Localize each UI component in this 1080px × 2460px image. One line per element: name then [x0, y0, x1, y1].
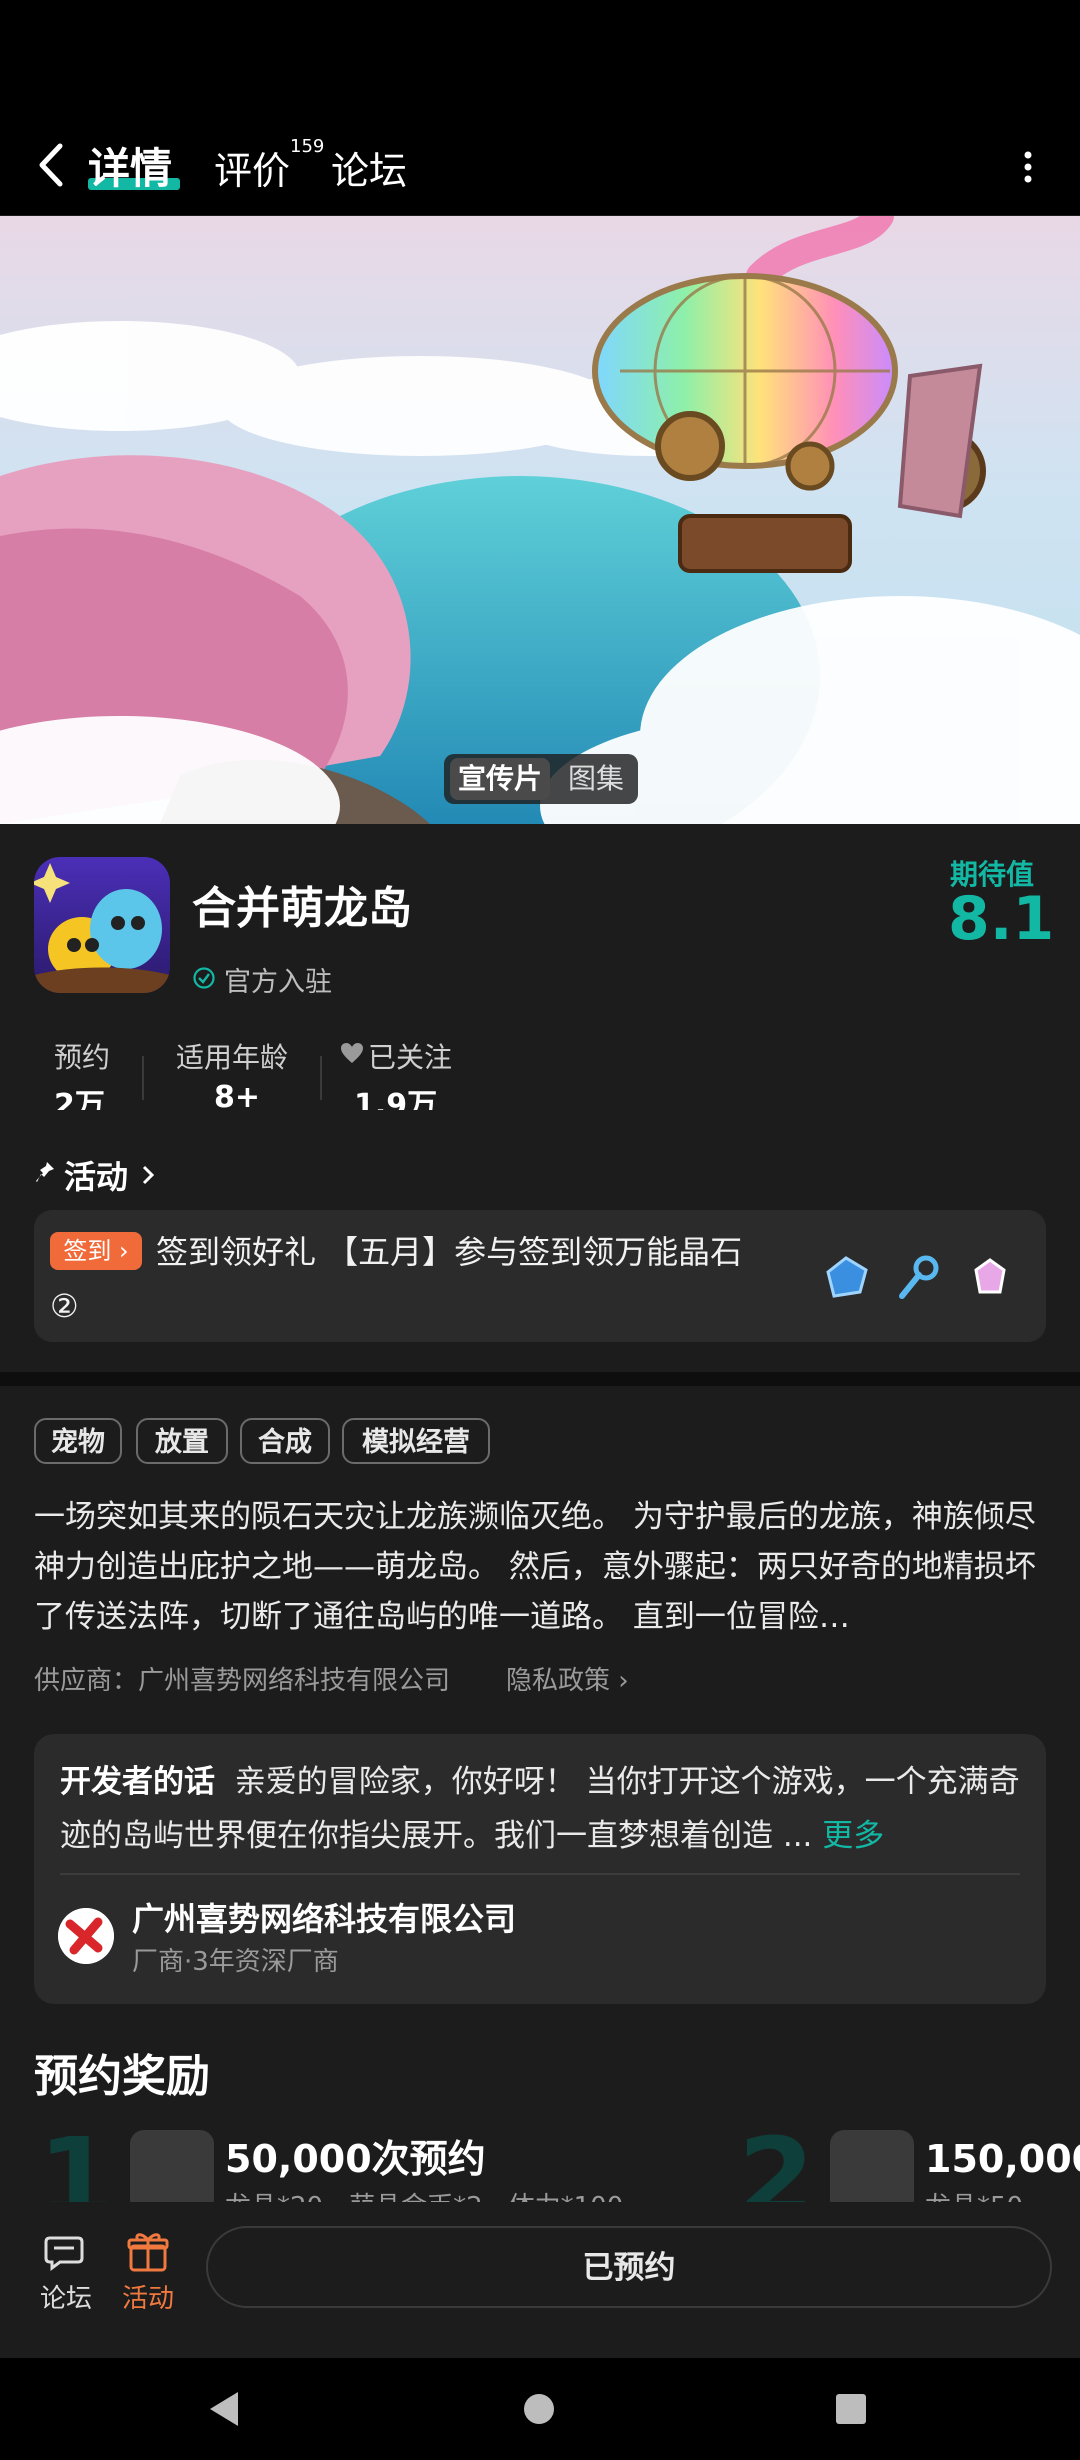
reward-chest-image [130, 2130, 214, 2202]
bottom-forum-label[interactable]: 论坛 [40, 2278, 92, 2315]
signin-tag[interactable]: 签到 › [50, 1232, 142, 1270]
company-name[interactable]: 广州喜势网络科技有限公司 [132, 1894, 516, 1940]
supplier-info: 供应商：广州喜势网络科技有限公司 [34, 1666, 451, 1696]
verified-check-icon [193, 967, 215, 989]
back-arrow-icon[interactable] [30, 140, 74, 190]
pin-icon [36, 1162, 54, 1182]
forum-icon[interactable] [44, 2234, 88, 2274]
more-link[interactable]: 更多 [822, 1818, 884, 1854]
stat-age-label: 适用年龄 [176, 1041, 289, 1074]
nav-home-icon[interactable] [522, 2392, 556, 2426]
reward-chest-image [830, 2130, 914, 2202]
stat-divider [320, 1056, 322, 1100]
reserved-button[interactable]: 已预约 [206, 2226, 1052, 2308]
stat-follow-value: 1.9万 [354, 1088, 438, 1110]
tab-detail[interactable]: 详情 [88, 135, 172, 196]
activity-text[interactable]: 签到领好礼 【五月】参与签到领万能晶石 [156, 1226, 806, 1278]
tab-gallery[interactable]: 图集 [560, 758, 632, 800]
expectation-value: 8.1 [948, 884, 1055, 954]
game-description[interactable]: 一场突如其来的陨石天灾让龙族濒临灭绝。 为守护最后的龙族，神族倾尽神力创造出庇护… [34, 1492, 1050, 1642]
tag-simulation[interactable]: 模拟经营 [342, 1418, 490, 1464]
reserve-rewards-title: 预约奖励 [34, 2051, 210, 2102]
reward-items: 龙晶*50 [925, 2186, 1023, 2202]
review-count: 159 [290, 136, 325, 157]
tab-promo-video[interactable]: 宣传片 [450, 758, 550, 800]
gift-icon[interactable] [126, 2230, 170, 2274]
crystal-reward-icon [826, 1256, 868, 1298]
reward-title: 50,000次预约 [225, 2137, 486, 2181]
reward-title: 150,000次预约 [925, 2137, 1080, 2181]
stat-reserve-value: 2万 [54, 1088, 105, 1110]
stat-reserve-label: 预约 [54, 1041, 111, 1074]
tag-pet[interactable]: 宠物 [34, 1418, 122, 1464]
company-subtitle: 厂商·3年资深厂商 [132, 1947, 339, 1977]
tag-merge[interactable]: 合成 [240, 1418, 330, 1464]
heart-icon[interactable] [340, 1042, 364, 1064]
more-options-icon[interactable] [1020, 150, 1036, 184]
reward-rank: 2 [738, 2120, 815, 2202]
activity-text-line2: ② [50, 1287, 79, 1325]
stat-age-value: 8+ [214, 1080, 261, 1110]
section-divider [0, 1372, 1080, 1386]
official-badge-label: 官方入驻 [224, 967, 332, 998]
nav-back-icon[interactable] [206, 2390, 242, 2428]
key-reward-icon [899, 1255, 939, 1299]
tab-forum[interactable]: 论坛 [331, 140, 407, 195]
card-divider [60, 1873, 1020, 1875]
developer-note[interactable]: 开发者的话 亲爱的冒险家，你好呀！ 当你打开这个游戏，一个充满奇迹的岛屿世界便在… [60, 1755, 1020, 1863]
hero-promo-image[interactable] [0, 216, 1080, 824]
reward-items: 龙晶*20，萌晶金币*2，体力*100 [225, 2186, 623, 2202]
gem-reward-icon [974, 1258, 1006, 1294]
privacy-policy-link[interactable]: 隐私政策 › [506, 1660, 629, 1697]
reserve-rewards-row[interactable]: 1 50,000次预约 龙晶*20，萌晶金币*2，体力*100 2 150,00… [0, 2120, 1080, 2202]
nav-recents-icon[interactable] [834, 2392, 868, 2426]
tab-review[interactable]: 评价 [214, 140, 290, 195]
company-logo[interactable] [58, 1908, 114, 1964]
activity-section-title[interactable]: 活动 [64, 1152, 128, 1198]
reward-rank: 1 [38, 2120, 115, 2202]
tag-idle[interactable]: 放置 [136, 1418, 228, 1464]
chevron-right-icon[interactable] [140, 1163, 156, 1187]
bottom-activity-label[interactable]: 活动 [122, 2278, 174, 2315]
app-icon [34, 857, 170, 993]
app-name: 合并萌龙岛 [192, 883, 412, 934]
stat-divider [142, 1056, 144, 1100]
stat-follow-label[interactable]: 已关注 [368, 1036, 452, 1076]
